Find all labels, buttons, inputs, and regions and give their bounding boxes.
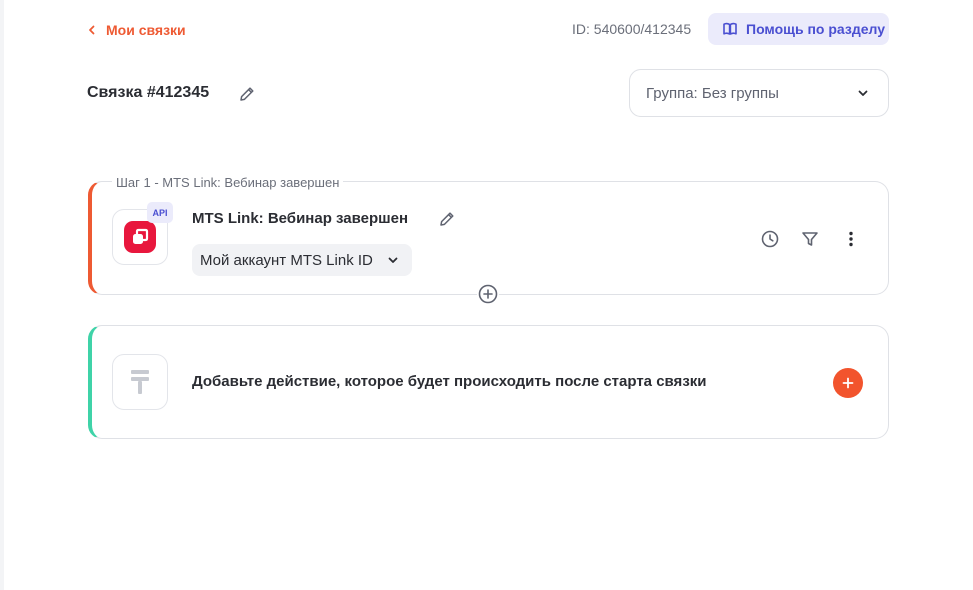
step-legend: Шаг 1 - MTS Link: Вебинар завершен	[112, 175, 344, 190]
action-placeholder-tile	[112, 354, 168, 410]
step-title: MTS Link: Вебинар завершен	[192, 210, 409, 227]
filter-icon	[802, 232, 818, 246]
api-badge: API	[147, 202, 173, 223]
page-title: Связка #412345	[87, 84, 210, 101]
bundle-id-text: ID: 540600/412345	[572, 21, 692, 37]
back-link-label: Мои связки	[106, 22, 186, 38]
page: Мои связки ID: 540600/412345 Помощь по р…	[4, 0, 973, 590]
help-button-label: Помощь по разделу	[746, 21, 885, 37]
back-link[interactable]: Мои связки	[88, 20, 186, 40]
edit-title-button[interactable]	[237, 84, 257, 104]
chevron-left-icon	[89, 25, 95, 35]
account-select[interactable]: Мой аккаунт MTS Link ID	[192, 244, 412, 276]
group-select-value: Группа: Без группы	[646, 84, 779, 102]
add-action-card[interactable]: Добавьте действие, которое будет происхо…	[88, 325, 889, 439]
more-options-button[interactable]	[839, 227, 863, 251]
book-icon	[723, 22, 737, 35]
action-placeholder-icon	[131, 370, 149, 394]
plus-icon	[842, 377, 854, 389]
plus-circle-icon	[478, 284, 498, 304]
account-select-value: Мой аккаунт MTS Link ID	[200, 251, 373, 269]
add-action-button[interactable]	[833, 368, 863, 398]
pencil-icon	[240, 87, 254, 101]
help-button[interactable]: Помощь по разделу	[708, 13, 889, 45]
chevron-down-icon	[388, 257, 398, 263]
mts-link-logo-icon	[124, 221, 156, 253]
chevron-down-icon	[858, 90, 868, 96]
filter-button[interactable]	[798, 227, 822, 251]
pencil-icon	[440, 212, 454, 226]
clock-icon	[761, 230, 779, 248]
edit-step-button[interactable]	[437, 209, 457, 229]
more-vertical-icon	[849, 231, 853, 247]
group-select[interactable]: Группа: Без группы	[629, 69, 889, 117]
schedule-button[interactable]	[758, 227, 782, 251]
add-action-text: Добавьте действие, которое будет происхо…	[192, 373, 707, 390]
step-card[interactable]: API MTS Link: Вебинар завершен Мой аккау…	[88, 181, 889, 295]
insert-step-button[interactable]	[477, 283, 499, 305]
